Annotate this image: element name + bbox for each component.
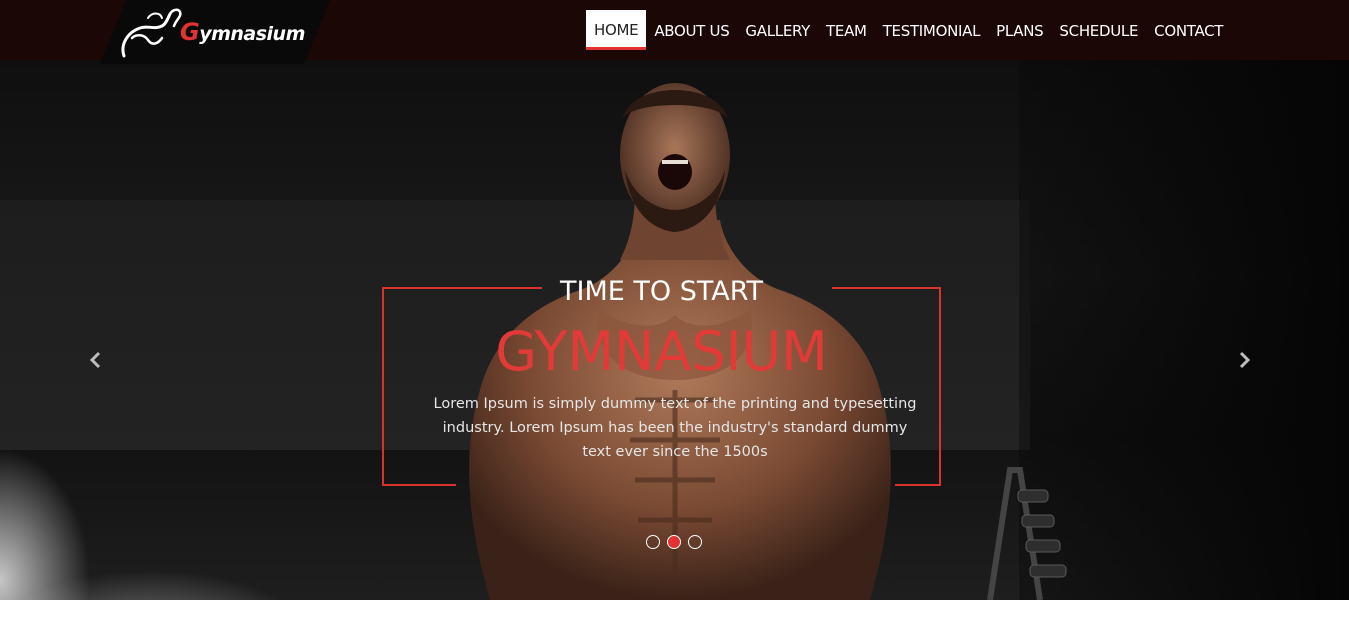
- hero-title: TIME TO START: [559, 276, 763, 307]
- hero-description: Lorem Ipsum is simply dummy text of the …: [433, 396, 917, 460]
- logo[interactable]: Gymnasium: [100, 0, 330, 64]
- carousel-indicator-1[interactable]: [646, 535, 660, 549]
- main-nav: HOME ABOUT US GALLERY TEAM TESTIMONIAL P…: [586, 10, 1231, 50]
- nav-item-contact[interactable]: CONTACT: [1146, 10, 1231, 50]
- nav-item-gallery[interactable]: GALLERY: [737, 10, 818, 50]
- carousel-indicator-2[interactable]: [667, 535, 681, 549]
- chevron-right-icon: [1239, 351, 1251, 369]
- nav-item-team[interactable]: TEAM: [818, 10, 875, 50]
- site-header: Gymnasium HOME ABOUT US GALLERY TEAM TES…: [0, 0, 1349, 64]
- caption-frame-bottom-right: [895, 484, 941, 486]
- carousel-next-button[interactable]: [1236, 350, 1256, 370]
- nav-item-schedule[interactable]: SCHEDULE: [1051, 10, 1146, 50]
- dumbbell-rack-image: [987, 467, 1067, 600]
- nav-item-about-us[interactable]: ABOUT US: [646, 10, 737, 50]
- page-below-hero: [0, 600, 1349, 632]
- caption-frame-bottom-left: [382, 484, 456, 486]
- nav-item-plans[interactable]: PLANS: [988, 10, 1051, 50]
- muscle-arm-icon: [121, 8, 182, 58]
- hero-brand: GYMNASIUM: [495, 320, 828, 383]
- chevron-left-icon: [89, 351, 101, 369]
- carousel-indicator-3[interactable]: [688, 535, 702, 549]
- carousel-indicators: [646, 535, 702, 549]
- carousel-prev-button[interactable]: [88, 350, 108, 370]
- nav-item-testimonial[interactable]: TESTIMONIAL: [875, 10, 988, 50]
- logo-text: Gymnasium: [180, 18, 305, 46]
- nav-item-home[interactable]: HOME: [586, 10, 647, 50]
